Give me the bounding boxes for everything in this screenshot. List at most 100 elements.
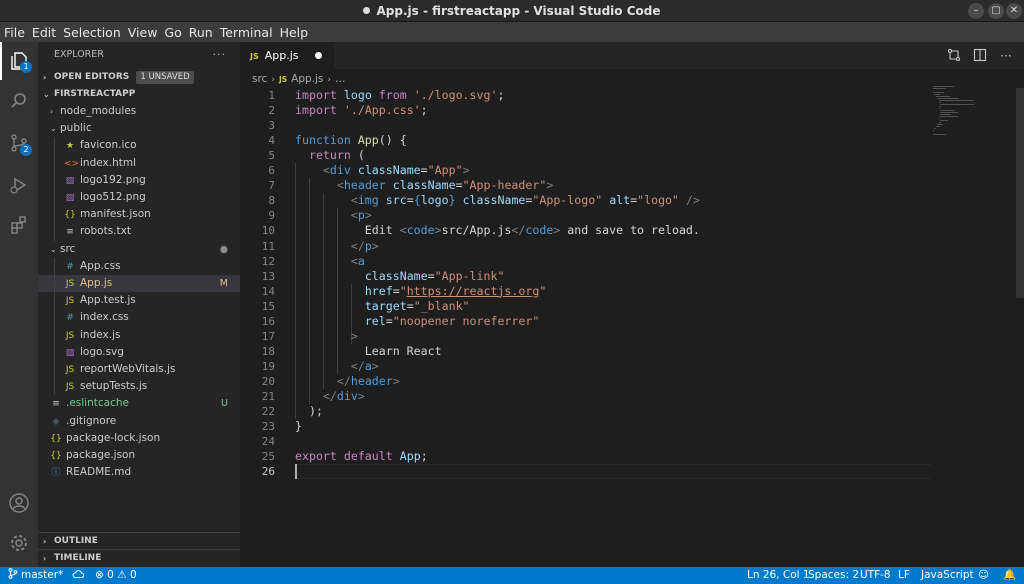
file-reportWebVitals-js[interactable]: JS reportWebVitals.js (38, 361, 240, 378)
code-line[interactable]: 23} (240, 419, 930, 434)
menu-run[interactable]: Run (185, 22, 216, 42)
code-line[interactable]: 1 import logo from './logo.svg'; (240, 88, 930, 103)
file-package-lock-json[interactable]: {} package-lock.json (38, 430, 240, 447)
accounts-activity-button[interactable] (0, 484, 38, 522)
encoding[interactable]: UTF-8 (860, 567, 891, 584)
code-line[interactable]: 20 </header> (240, 374, 930, 389)
run-debug-activity-button[interactable] (0, 166, 38, 204)
code-line[interactable]: 5 return ( (240, 148, 930, 163)
code-line[interactable]: 6 <div className="App"> (240, 163, 930, 178)
code-line[interactable]: 12 <a (240, 254, 930, 269)
file-favicon-ico[interactable]: ★ favicon.ico (38, 137, 240, 154)
breadcrumb-symbol[interactable]: … (335, 73, 346, 85)
code-line[interactable]: 9 <p> (240, 208, 930, 223)
sync-button[interactable] (72, 567, 85, 584)
code-line[interactable]: 2 import './App.css'; (240, 103, 930, 118)
code-line[interactable]: 22 ); (240, 404, 930, 419)
code-line[interactable]: 11 </p> (240, 239, 930, 254)
explorer-activity-button[interactable]: 1 (0, 42, 38, 80)
extensions-activity-button[interactable] (0, 206, 38, 244)
code-line[interactable]: 21 </div> (240, 389, 930, 404)
menu-selection[interactable]: Selection (59, 22, 124, 42)
maximize-button[interactable]: ▢ (988, 3, 1004, 19)
more-actions-icon[interactable]: ··· (213, 42, 227, 68)
git-status-badge: M (219, 278, 228, 289)
split-editor-button[interactable] (972, 48, 988, 64)
timeline-section[interactable]: › TIMELINE (38, 549, 240, 566)
more-actions-button[interactable]: ··· (998, 48, 1014, 64)
breadcrumb-file[interactable]: App.js (291, 73, 323, 85)
unsaved-dot-icon (363, 7, 371, 14)
code-line[interactable]: 26 (240, 464, 930, 479)
file-index-css[interactable]: # index.css (38, 309, 240, 326)
language-mode[interactable]: JavaScript (921, 567, 974, 584)
file-manifest-json[interactable]: {} manifest.json (38, 206, 240, 223)
menu-go[interactable]: Go (160, 22, 184, 42)
branch-indicator[interactable]: master* (8, 567, 63, 584)
code-line[interactable]: 10 Edit <code>src/App.js</code> and save… (240, 223, 930, 238)
vertical-scrollbar[interactable] (1016, 88, 1024, 298)
manage-activity-button[interactable] (0, 524, 38, 562)
code-line[interactable]: 4 function App() { (240, 133, 930, 148)
tab-app-js[interactable]: JS App.js (240, 42, 334, 69)
code-token: = (406, 298, 414, 313)
open-changes-button[interactable] (946, 48, 962, 64)
file-robots-txt[interactable]: ≡ robots.txt (38, 223, 240, 240)
git-status-badge: U (221, 398, 228, 410)
source-control-activity-button[interactable]: 2 (0, 124, 38, 162)
file-setupTests-js[interactable]: JS setupTests.js (38, 378, 240, 395)
code-token: > (546, 178, 554, 193)
minimize-button[interactable]: – (968, 3, 984, 19)
end-of-line[interactable]: LF (898, 567, 910, 584)
feedback-icon[interactable]: ☺ (978, 567, 989, 584)
open-editors-section[interactable]: › OPEN EDITORS 1 UNSAVED (38, 69, 240, 86)
search-activity-button[interactable] (0, 82, 38, 120)
code-line[interactable]: 17 > (240, 329, 930, 344)
outline-section[interactable]: › OUTLINE (38, 532, 240, 549)
code-line[interactable]: 18 Learn React (240, 344, 930, 359)
file-README-md[interactable]: ⓘ README.md (38, 464, 240, 481)
file-index-html[interactable]: <>index.html (38, 155, 240, 172)
close-window-button[interactable]: ✕ (1006, 3, 1022, 19)
problems-indicator[interactable]: ⊗ 0 ⚠ 0 (95, 567, 137, 584)
file-logo512-png[interactable]: ▨ logo512.png (38, 189, 240, 206)
cursor-position[interactable]: Ln 26, Col 1 (747, 567, 810, 584)
code-line[interactable]: 7 <header className="App-header"> (240, 178, 930, 193)
notifications-icon[interactable]: 🔔 (1003, 567, 1016, 584)
project-section[interactable]: ⌄ FIRSTREACTAPP (38, 86, 240, 103)
code-line[interactable]: 19 </a> (240, 359, 930, 374)
code-line[interactable]: 14 href="https://reactjs.org" (240, 284, 930, 299)
code-line[interactable]: 15 target="_blank" (240, 299, 930, 314)
menu-edit[interactable]: Edit (28, 22, 59, 42)
code-line[interactable]: 25 export default App; (240, 449, 930, 464)
code-line[interactable]: 8 <img src={logo} className="App-logo" a… (240, 193, 930, 208)
file-App-css[interactable]: # App.css (38, 258, 240, 275)
code-line[interactable]: 3 (240, 118, 930, 133)
unsaved-dot-icon[interactable] (315, 52, 322, 59)
menu-view[interactable]: View (124, 22, 161, 42)
minimap[interactable] (933, 86, 1013, 146)
menu-file[interactable]: File (0, 22, 28, 42)
minimap-line (940, 116, 958, 117)
file-index-js[interactable]: JS index.js (38, 327, 240, 344)
indentation[interactable]: Spaces: 2 (808, 567, 859, 584)
code-line[interactable]: 16 rel="noopener noreferrer" (240, 314, 930, 329)
file-logo-svg[interactable]: ▨ logo.svg (38, 344, 240, 361)
file-logo192-png[interactable]: ▨ logo192.png (38, 172, 240, 189)
file-package-json[interactable]: {} package.json (38, 447, 240, 464)
folder-public[interactable]: ⌄ public (38, 120, 240, 137)
code-line[interactable]: 13 className="App-link" (240, 269, 930, 284)
folder-src[interactable]: ⌄ src ● (38, 241, 240, 258)
code-line[interactable]: 24 (240, 434, 930, 449)
chevron-down-icon: ⌄ (50, 244, 57, 254)
file-App-test-js[interactable]: JS App.test.js (38, 292, 240, 309)
folder-node_modules[interactable]: › node_modules (38, 103, 240, 120)
breadcrumb-folder[interactable]: src (252, 73, 267, 85)
menu-help[interactable]: Help (276, 22, 312, 42)
code-token: = (385, 313, 393, 328)
menu-terminal[interactable]: Terminal (216, 22, 276, 42)
file--eslintcache[interactable]: ≡ .eslintcache U (38, 395, 240, 412)
file-App-js[interactable]: JS App.js M (38, 275, 240, 292)
file--gitignore[interactable]: ◆ .gitignore (38, 413, 240, 430)
